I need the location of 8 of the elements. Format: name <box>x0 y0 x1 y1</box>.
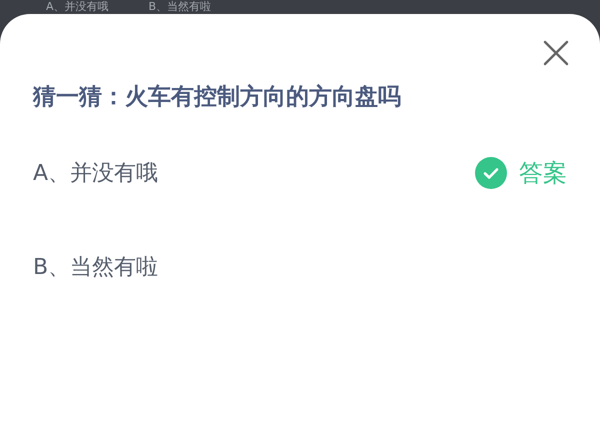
background-option-text: B、当然有啦 <box>148 0 212 14</box>
option-text[interactable]: A、并没有哦 <box>33 158 158 188</box>
question-title: 猜一猜：火车有控制方向的方向盘吗 <box>33 83 402 112</box>
option-text[interactable]: B、当然有啦 <box>33 252 158 282</box>
answer-label: 答案 <box>519 158 567 189</box>
background-option-text: A、并没有哦 <box>46 0 109 14</box>
close-button[interactable] <box>541 38 571 68</box>
close-icon <box>543 40 569 66</box>
